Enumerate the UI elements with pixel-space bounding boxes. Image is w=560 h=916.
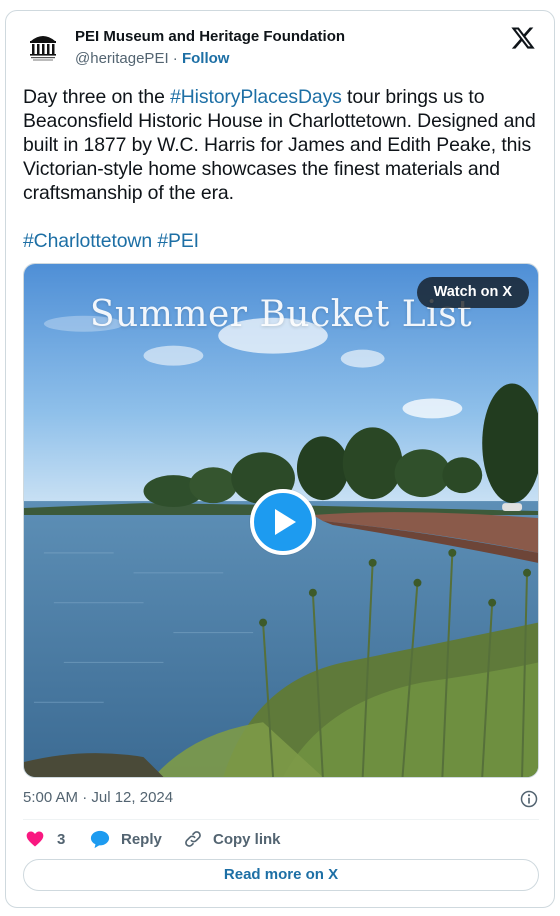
follow-button[interactable]: Follow	[182, 50, 230, 67]
reply-label: Reply	[121, 830, 162, 848]
author-name[interactable]: PEI Museum and Heritage Foundation	[75, 28, 345, 45]
info-icon[interactable]	[519, 789, 539, 809]
play-icon	[275, 509, 296, 535]
read-more-button[interactable]: Read more on X	[23, 859, 539, 891]
hashtag-historyplacesdays[interactable]: #HistoryPlacesDays	[170, 86, 342, 108]
action-bar: 3 Reply Copy link	[23, 827, 539, 853]
hashtag-charlottetown[interactable]: #Charlottetown	[23, 230, 152, 252]
reply-button[interactable]: Reply	[89, 827, 162, 851]
tweet-hashtags: #Charlottetown #PEI	[23, 229, 538, 253]
museum-building-logo	[23, 27, 63, 67]
reply-bubble-icon	[90, 830, 110, 849]
hashtag-pei[interactable]: #PEI	[157, 230, 199, 252]
copy-link-button[interactable]: Copy link	[183, 827, 281, 851]
tweet-text: Day three on the #HistoryPlacesDays tour…	[23, 85, 538, 253]
like-button[interactable]: 3	[25, 827, 65, 851]
avatar[interactable]	[23, 27, 63, 67]
tweet-timestamp[interactable]: 5:00 AM · Jul 12, 2024	[23, 789, 173, 806]
author-handle[interactable]: @heritagePEI	[75, 50, 169, 67]
tweet-header: PEI Museum and Heritage Foundation @heri…	[6, 11, 554, 79]
author-handle-row: @heritagePEI · Follow	[75, 50, 229, 67]
handle-separator: ·	[172, 50, 178, 67]
tweet-text-lead: Day three on the	[23, 86, 171, 108]
x-logo-icon[interactable]	[510, 25, 536, 51]
timestamp-row: 5:00 AM · Jul 12, 2024	[23, 787, 539, 809]
watch-on-x-button[interactable]: Watch on X	[416, 277, 529, 308]
tweet-body: Day three on the #HistoryPlacesDays tour…	[23, 85, 538, 205]
heart-icon	[26, 831, 44, 847]
copy-link-label: Copy link	[213, 830, 281, 848]
divider	[23, 819, 539, 820]
link-icon	[185, 831, 201, 847]
like-count: 3	[57, 830, 66, 848]
tweet-card: PEI Museum and Heritage Foundation @heri…	[5, 10, 555, 908]
play-button[interactable]	[250, 489, 316, 555]
video-thumbnail[interactable]: Summer Bucket List Watch on X	[23, 263, 539, 778]
